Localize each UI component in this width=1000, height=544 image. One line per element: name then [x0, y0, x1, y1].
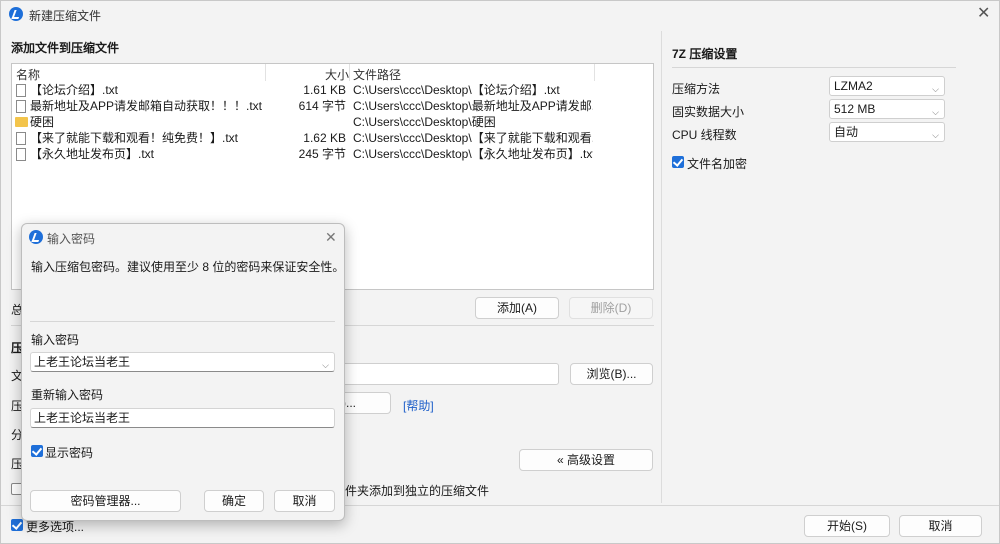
threads-value: 自动 [834, 125, 859, 139]
dialog-ok-button[interactable]: 确定 [204, 490, 264, 512]
start-button[interactable]: 开始(S) [804, 515, 890, 537]
chevron-down-icon[interactable]: ⌵ [322, 356, 329, 374]
reenter-password-label: 重新输入密码 [31, 388, 104, 402]
file-name: 【论坛介绍】.txt [30, 83, 119, 97]
file-name: 硬困 [30, 115, 55, 129]
cancel-button[interactable]: 取消 [899, 515, 982, 537]
dict-select[interactable]: 512 MB ⌵ [829, 99, 945, 119]
file-name: 【来了就能下载和观看！纯免费！】.txt [30, 131, 239, 145]
more-options-checkbox[interactable] [11, 519, 23, 531]
password-dialog: 输入密码 ✕ 输入压缩包密码。建议使用至少 8 位的密码来保证安全性。 输入密码… [21, 223, 345, 521]
title-bar: 新建压缩文件 ✕ [1, 1, 999, 27]
file-row[interactable]: 【永久地址发布页】.txt 245 字节 C:\Users\ccc\Deskto… [12, 146, 653, 162]
folder-icon [15, 117, 28, 127]
column-separator[interactable] [594, 64, 595, 81]
file-name: 【永久地址发布页】.txt [30, 147, 155, 161]
app-logo-icon [9, 7, 23, 21]
show-password-label: 显示密码 [45, 446, 94, 460]
window-close-icon[interactable]: ✕ [977, 6, 990, 22]
dialog-close-icon[interactable]: ✕ [325, 229, 337, 245]
file-size: 245 字节 [298, 147, 346, 161]
encrypt-names-label: 文件名加密 [687, 157, 748, 171]
window-title: 新建压缩文件 [29, 9, 102, 23]
advanced-settings-button[interactable]: « 高级设置 [519, 449, 653, 471]
password-label: 输入密码 [31, 333, 80, 347]
encrypt-names-checkbox[interactable] [672, 156, 684, 168]
dialog-title: 输入密码 [47, 232, 96, 246]
file-size: 614 字节 [298, 99, 346, 113]
column-header-size[interactable]: 大小 [325, 66, 349, 83]
show-password-checkbox[interactable] [31, 445, 43, 457]
file-path: C:\Users\ccc\Desktop\【论坛介绍】.txt [353, 83, 560, 97]
dialog-description: 输入压缩包密码。建议使用至少 8 位的密码来保证安全性。 [31, 260, 345, 274]
method-label: 压缩方法 [672, 82, 721, 96]
file-row[interactable]: 【来了就能下载和观看！纯免费！】.txt 1.62 KB C:\Users\cc… [12, 130, 653, 146]
column-header-name[interactable]: 名称 [16, 66, 40, 83]
file-size: 1.61 KB [303, 83, 346, 97]
settings-divider [672, 67, 956, 68]
threads-select[interactable]: 自动 ⌵ [829, 122, 945, 142]
file-path: C:\Users\ccc\Desktop\【永久地址发布页】.txt [353, 147, 593, 161]
password-value: 上老王论坛当老王 [34, 355, 131, 369]
password-manager-button[interactable]: 密码管理器... [30, 490, 181, 512]
add-button[interactable]: 添加(A) [475, 297, 559, 319]
file-icon [16, 100, 26, 113]
help-link[interactable]: [帮助] [403, 397, 434, 414]
file-name: 最新地址及APP请发邮箱自动获取！！！.txt [30, 99, 263, 113]
column-header-path[interactable]: 文件路径 [353, 66, 401, 83]
file-icon [16, 132, 26, 145]
file-path: C:\Users\ccc\Desktop\最新地址及APP请发邮... [353, 99, 593, 113]
file-size: 1.62 KB [303, 131, 346, 145]
delete-button[interactable]: 删除(D) [569, 297, 653, 319]
file-row[interactable]: 【论坛介绍】.txt 1.61 KB C:\Users\ccc\Desktop\… [12, 82, 653, 98]
threads-label: CPU 线程数 [672, 128, 737, 142]
settings-title: 7Z 压缩设置 [672, 47, 738, 61]
dict-label: 固实数据大小 [672, 105, 745, 119]
file-path: C:\Users\ccc\Desktop\【来了就能下载和观看... [353, 131, 593, 145]
dialog-cancel-button[interactable]: 取消 [274, 490, 335, 512]
settings-panel: 7Z 压缩设置 压缩方法 LZMA2 ⌵ 固实数据大小 512 MB ⌵ CPU… [661, 31, 991, 503]
dialog-divider [30, 321, 335, 322]
file-path: C:\Users\ccc\Desktop\硬困 [353, 115, 496, 129]
reenter-password-value: 上老王论坛当老王 [34, 411, 131, 425]
files-section-title: 添加文件到压缩文件 [11, 41, 120, 55]
chevron-down-icon: ⌵ [932, 130, 939, 140]
separate-archive-label: 件夹添加到独立的压缩文件 [345, 484, 490, 498]
dialog-logo-icon [29, 230, 43, 244]
chevron-down-icon: ⌵ [932, 107, 939, 117]
file-icon [16, 148, 26, 161]
password-input[interactable]: 上老王论坛当老王 ⌵ [30, 352, 335, 372]
column-separator[interactable] [349, 64, 350, 81]
chevron-down-icon: ⌵ [932, 84, 939, 94]
column-separator[interactable] [265, 64, 266, 81]
browse-button[interactable]: 浏览(B)... [570, 363, 653, 385]
compress-window: 新建压缩文件 ✕ 添加文件到压缩文件 名称 大小 文件路径 【论坛介绍】.txt… [0, 0, 1000, 544]
file-row[interactable]: 硬困 C:\Users\ccc\Desktop\硬困 [12, 114, 653, 130]
dict-value: 512 MB [834, 102, 876, 116]
reenter-password-input[interactable]: 上老王论坛当老王 [30, 408, 335, 428]
file-row[interactable]: 最新地址及APP请发邮箱自动获取！！！.txt 614 字节 C:\Users\… [12, 98, 653, 114]
method-select[interactable]: LZMA2 ⌵ [829, 76, 945, 96]
method-value: LZMA2 [834, 79, 873, 93]
file-icon [16, 84, 26, 97]
